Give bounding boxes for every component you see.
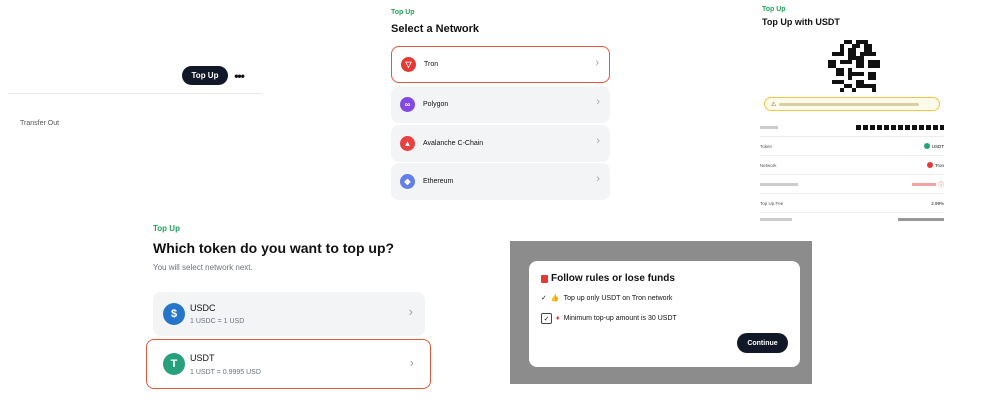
page-title: Top Up with USDT (762, 17, 840, 27)
row-value: 2.99% (931, 200, 944, 206)
page-title: Select a Network (391, 23, 480, 35)
top-up-eyebrow: Top Up (762, 6, 786, 13)
row-label: Token (760, 143, 773, 149)
row-value: ⓘ (911, 180, 944, 189)
row-label: Top Up Fee (760, 200, 784, 206)
network-item-avalanche[interactable]: ▲ Avalanche C-Chain › (391, 125, 610, 162)
estimated-time-row (760, 213, 944, 225)
more-options-icon[interactable]: ••• (232, 66, 246, 85)
tron-icon (926, 162, 933, 168)
thumbs-up-icon: 👍 (550, 295, 560, 302)
page-title: Which token do you want to top up? (153, 240, 395, 256)
network-label: Ethereum (423, 178, 454, 185)
transfer-out-label[interactable]: Transfer Out (20, 120, 59, 127)
token-row: Token USDT (760, 137, 944, 156)
pin-icon: ♦ (556, 315, 560, 322)
address-value-blurred (856, 124, 944, 130)
chevron-right-icon: › (409, 355, 414, 370)
token-name: USDT (190, 353, 215, 363)
network-item-tron[interactable]: ▽ Tron › (391, 46, 610, 83)
token-rate: 1 USDC = 1 USD (190, 318, 245, 325)
token-item-usdc[interactable]: $ USDC 1 USDC = 1 USD › (153, 292, 425, 336)
network-item-polygon[interactable]: ∞ Polygon › (391, 86, 610, 123)
tron-icon: ▽ (401, 57, 416, 72)
row-value: Tron (926, 162, 944, 168)
network-item-ethereum[interactable]: ◆ Ethereum › (391, 163, 610, 200)
rule-item-network: ✓ 👍 Top up only USDT on Tron network (541, 294, 673, 303)
ethereum-icon: ◆ (400, 174, 415, 189)
qr-code (828, 40, 880, 92)
row-label-blurred (760, 217, 792, 221)
usdt-icon (923, 143, 930, 149)
network-label: Avalanche C-Chain (423, 140, 484, 147)
modal-title: Follow rules or lose funds (541, 273, 675, 284)
chevron-right-icon: › (596, 135, 600, 147)
row-label-blurred (760, 182, 798, 186)
info-icon[interactable]: ⓘ (938, 180, 944, 189)
chevron-right-icon: › (596, 96, 600, 108)
avalanche-icon: ▲ (400, 136, 415, 151)
address-label-blurred (760, 125, 778, 129)
token-name: USDC (190, 303, 216, 313)
top-up-eyebrow: Top Up (391, 9, 415, 16)
network-label: Tron (424, 61, 439, 68)
row-value: USDT (923, 143, 944, 149)
top-up-button[interactable]: Top Up (182, 66, 228, 85)
warning-icon: ⚠ (771, 101, 777, 108)
warning-banner: ⚠ (764, 97, 940, 111)
checkbox[interactable]: ✓ (541, 313, 552, 324)
continue-button[interactable]: Continue (737, 333, 788, 353)
fee-row: Top Up Fee 2.99% (760, 194, 944, 213)
network-label: Polygon (423, 101, 449, 108)
row-label: Network (760, 162, 777, 168)
usdt-icon: T (163, 353, 185, 375)
page-subtitle: You will select network next. (153, 263, 253, 272)
chevron-right-icon: › (408, 304, 413, 319)
chevron-right-icon: › (595, 57, 599, 69)
token-item-usdt[interactable]: T USDT 1 USDT = 0.9995 USD › (146, 339, 431, 389)
chevron-right-icon: › (596, 173, 600, 185)
warning-icon (541, 274, 548, 283)
warning-blurred-text (779, 102, 920, 106)
polygon-icon: ∞ (400, 97, 415, 112)
rule-item-minimum[interactable]: ✓ ♦ Minimum top-up amount is 30 USDT (541, 313, 677, 324)
check-icon: ✓ (541, 295, 547, 302)
minimum-value-blurred (911, 182, 936, 186)
top-up-eyebrow: Top Up (153, 224, 180, 233)
address-row (760, 118, 944, 137)
token-rate: 1 USDT = 0.9995 USD (190, 369, 261, 376)
minimum-row: ⓘ (760, 175, 944, 194)
divider (8, 93, 262, 94)
network-row: Network Tron (760, 156, 944, 175)
usdc-icon: $ (163, 303, 185, 325)
row-value-blurred (898, 217, 944, 221)
